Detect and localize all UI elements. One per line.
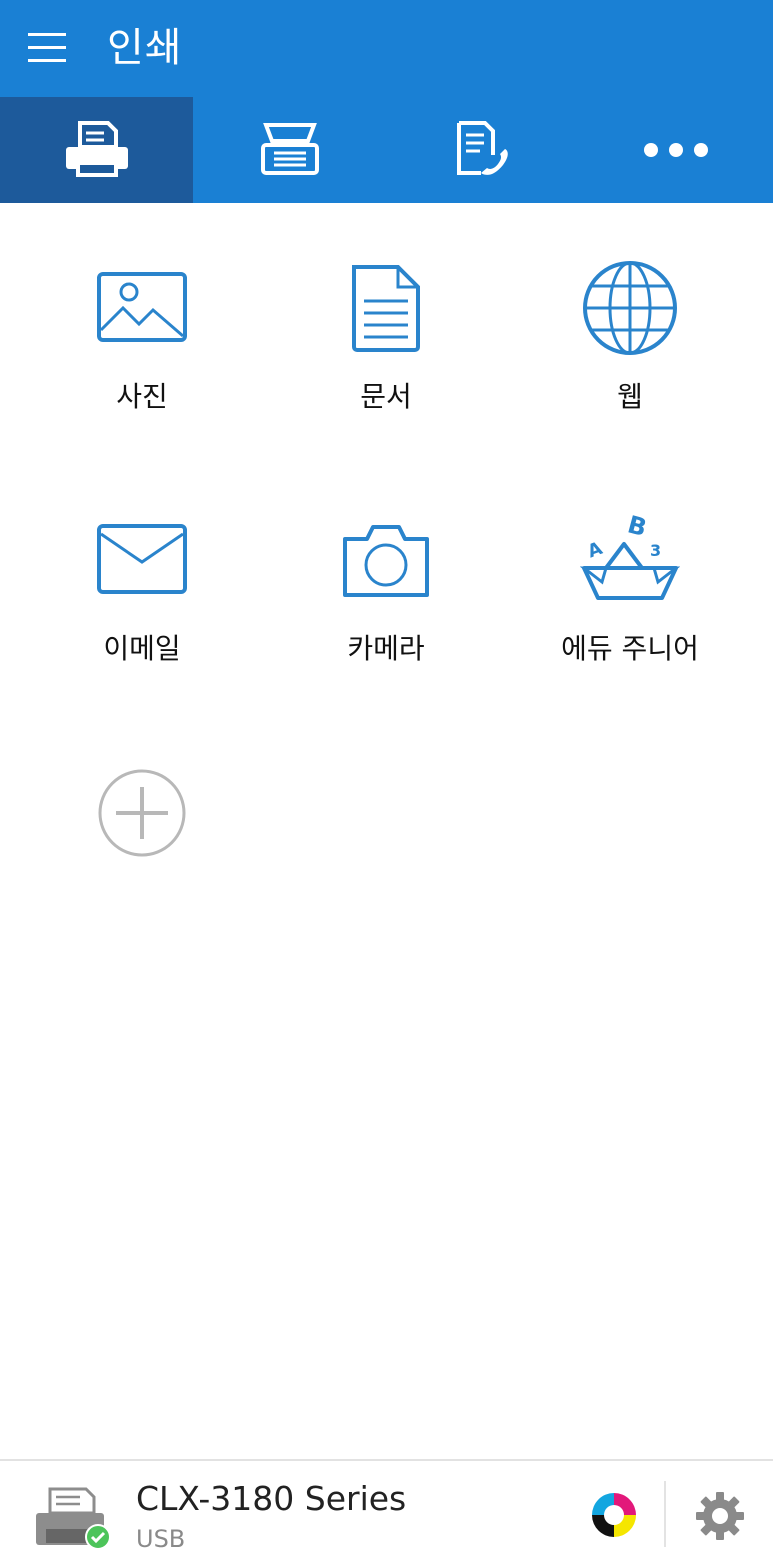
tab-more[interactable] xyxy=(580,97,773,203)
photo-icon xyxy=(97,272,187,342)
email-icon xyxy=(97,524,187,594)
grid-item-web[interactable]: 웹 xyxy=(520,258,740,438)
grid-item-photo[interactable]: 사진 xyxy=(32,258,252,438)
more-dots-icon xyxy=(644,143,709,157)
add-item-button[interactable] xyxy=(97,768,187,858)
grid-item-label: 문서 xyxy=(360,380,412,413)
ink-level-button[interactable] xyxy=(590,1491,638,1539)
svg-text:3: 3 xyxy=(650,541,661,560)
app-bar: 인쇄 xyxy=(0,0,773,97)
printer-device-icon xyxy=(34,1485,114,1551)
grid-item-label: 웹 xyxy=(617,380,643,413)
globe-icon xyxy=(583,261,677,355)
print-icon xyxy=(65,121,128,177)
feature-tabs xyxy=(0,97,773,203)
svg-text:A: A xyxy=(585,538,605,563)
settings-button[interactable] xyxy=(694,1490,746,1542)
grid-item-document[interactable]: 문서 xyxy=(276,258,496,438)
printer-status-bar[interactable]: CLX-3180 Series USB xyxy=(0,1459,773,1567)
hamburger-menu-icon[interactable] xyxy=(18,22,78,74)
printer-connection: USB xyxy=(136,1525,186,1553)
grid-item-label: 사진 xyxy=(116,380,168,413)
tab-scan[interactable] xyxy=(193,97,386,203)
printer-name: CLX-3180 Series xyxy=(136,1479,407,1518)
grid-item-label: 이메일 xyxy=(103,632,181,665)
page-title: 인쇄 xyxy=(107,25,183,71)
scan-icon xyxy=(260,123,319,175)
footer-divider xyxy=(664,1481,666,1547)
ink-level-icon xyxy=(592,1493,636,1537)
svg-text:B: B xyxy=(625,512,650,542)
tab-print[interactable] xyxy=(0,97,194,203)
add-circle-icon xyxy=(98,769,186,857)
grid-item-edu-junior[interactable]: A B 3 에듀 주니어 xyxy=(520,510,740,690)
gear-icon xyxy=(696,1492,744,1540)
document-icon xyxy=(352,265,420,352)
grid-item-label: 카메라 xyxy=(347,632,425,665)
grid-item-camera[interactable]: 카메라 xyxy=(276,510,496,690)
fax-icon xyxy=(457,121,508,175)
camera-icon xyxy=(343,525,429,597)
grid-item-label: 에듀 주니어 xyxy=(561,632,699,665)
tab-fax[interactable] xyxy=(387,97,580,203)
edu-junior-boat-icon: A B 3 xyxy=(580,512,680,600)
grid-item-email[interactable]: 이메일 xyxy=(32,510,252,690)
